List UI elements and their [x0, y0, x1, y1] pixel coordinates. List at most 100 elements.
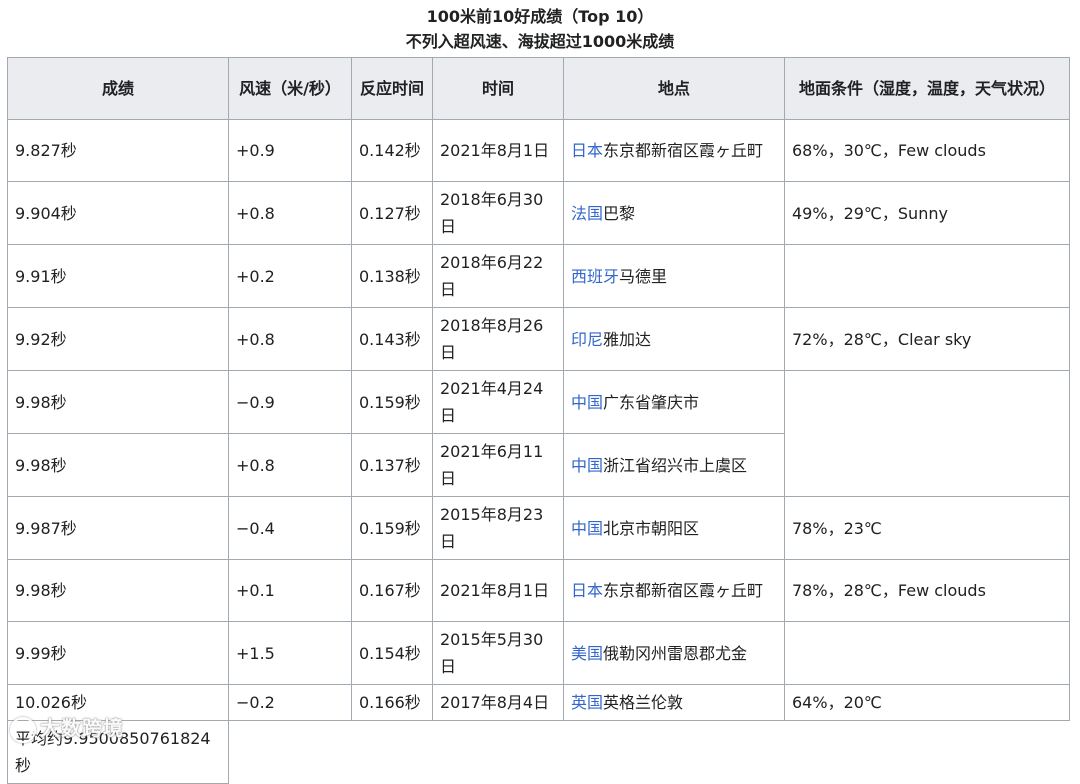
- country-link[interactable]: 中国: [571, 393, 603, 412]
- country-link[interactable]: 日本: [571, 581, 603, 600]
- wind-cell: −0.9: [228, 370, 352, 434]
- date-cell: 2015年5月30日: [432, 621, 564, 685]
- reaction-cell: 0.167秒: [351, 559, 433, 622]
- reaction-cell: 0.159秒: [351, 496, 433, 560]
- conditions-cell: [784, 621, 1070, 685]
- table-row: 9.987秒 −0.4 0.159秒 2015年8月23日 中国北京市朝阳区 7…: [7, 496, 1070, 560]
- header-wind: 风速（米/秒）: [228, 57, 352, 120]
- table-row: 9.98秒 −0.9 0.159秒 2021年4月24日 中国广东省肇庆市: [7, 370, 1070, 497]
- location-cell: 日本东京都新宿区霞ヶ丘町: [563, 119, 785, 182]
- score-cell: 9.904秒: [7, 181, 229, 245]
- location-cell: 日本东京都新宿区霞ヶ丘町: [563, 559, 785, 622]
- score-cell: 9.99秒: [7, 621, 229, 685]
- table-row: 10.026秒 −0.2 0.166秒 2017年8月4日 英国英格兰伦敦 64…: [7, 684, 1070, 721]
- country-link[interactable]: 美国: [571, 644, 603, 663]
- caption-title: 100米前10好成绩（Top 10）: [426, 7, 654, 26]
- conditions-cell: 78%，28℃，Few clouds: [784, 559, 1070, 622]
- place-text: 马德里: [619, 266, 668, 286]
- score-cell: 9.91秒: [7, 244, 229, 308]
- header-conditions: 地面条件（湿度，温度，天气状况）: [784, 57, 1070, 120]
- country-link[interactable]: 中国: [571, 519, 603, 538]
- date-cell: 2018年8月26日: [432, 307, 564, 371]
- reaction-cell: 0.127秒: [351, 181, 433, 245]
- table-row: 9.92秒 +0.8 0.143秒 2018年8月26日 印尼雅加达 72%，2…: [7, 307, 1070, 371]
- header-row: 成绩 风速（米/秒） 反应时间 时间 地点 地面条件（湿度，温度，天气状况）: [7, 57, 1070, 120]
- wind-cell: +0.2: [228, 244, 352, 308]
- location-cell: 英国英格兰伦敦: [563, 684, 785, 721]
- wind-cell: +0.8: [228, 433, 352, 497]
- table-row: 9.91秒 +0.2 0.138秒 2018年6月22日 西班牙马德里: [7, 244, 1070, 308]
- place-text: 东京都新宿区霞ヶ丘町: [603, 141, 764, 160]
- date-cell: 2017年8月4日: [432, 684, 564, 721]
- conditions-cell: 68%，30℃，Few clouds: [784, 119, 1070, 182]
- score-cell: 9.98秒: [7, 370, 229, 434]
- place-text: 北京市朝阳区: [603, 518, 700, 538]
- table-row: 9.98秒 +0.1 0.167秒 2021年8月1日 日本东京都新宿区霞ヶ丘町…: [7, 559, 1070, 622]
- conditions-cell: [784, 244, 1070, 308]
- reaction-cell: 0.166秒: [351, 684, 433, 721]
- conditions-cell: 49%，29℃，Sunny: [784, 181, 1070, 245]
- caption-subtitle: 不列入超风速、海拔超过1000米成绩: [405, 32, 675, 51]
- date-cell: 2018年6月30日: [432, 181, 564, 245]
- location-cell: 中国北京市朝阳区: [563, 496, 785, 560]
- country-link[interactable]: 英国: [571, 693, 603, 712]
- table-caption: 100米前10好成绩（Top 10） 不列入超风速、海拔超过1000米成绩: [0, 0, 1080, 54]
- location-cell: 中国浙江省绍兴市上虞区: [563, 433, 785, 497]
- country-link[interactable]: 法国: [571, 204, 603, 223]
- score-cell: 9.98秒: [7, 433, 229, 497]
- place-text: 雅加达: [603, 329, 652, 349]
- score-cell: 9.827秒: [7, 119, 229, 182]
- date-cell: 2018年6月22日: [432, 244, 564, 308]
- reaction-cell: 0.143秒: [351, 307, 433, 371]
- reaction-cell: 0.142秒: [351, 119, 433, 182]
- score-cell: 9.987秒: [7, 496, 229, 560]
- average-row: 平均约9.9500850761824秒: [7, 720, 1070, 784]
- results-table: 成绩 风速（米/秒） 反应时间 时间 地点 地面条件（湿度，温度，天气状况） 9…: [7, 57, 1070, 784]
- table-row: 9.904秒 +0.8 0.127秒 2018年6月30日 法国巴黎 49%，2…: [7, 181, 1070, 245]
- wind-cell: −0.2: [228, 684, 352, 721]
- watermark-logo-icon: [10, 716, 36, 743]
- date-cell: 2021年8月1日: [432, 119, 564, 182]
- wind-cell: −0.4: [228, 496, 352, 560]
- conditions-cell: 78%，23℃: [784, 496, 1070, 560]
- wind-cell: +0.8: [228, 307, 352, 371]
- date-cell: 2021年6月11日: [432, 433, 564, 497]
- wind-cell: +0.8: [228, 181, 352, 245]
- date-cell: 2021年8月1日: [432, 559, 564, 622]
- table-row: 9.99秒 +1.5 0.154秒 2015年5月30日 美国俄勒冈州雷恩郡尤金: [7, 621, 1070, 685]
- header-score: 成绩: [7, 57, 229, 120]
- conditions-cell: [784, 370, 1070, 497]
- country-link[interactable]: 西班牙: [571, 267, 619, 286]
- wind-cell: +0.9: [228, 119, 352, 182]
- reaction-cell: 0.138秒: [351, 244, 433, 308]
- wind-cell: +1.5: [228, 621, 352, 685]
- watermark: 大数跨境: [10, 712, 124, 743]
- conditions-cell: 72%，28℃，Clear sky: [784, 307, 1070, 371]
- location-cell: 中国广东省肇庆市: [563, 370, 785, 434]
- reaction-cell: 0.159秒: [351, 370, 433, 434]
- place-text: 巴黎: [603, 203, 636, 223]
- country-link[interactable]: 日本: [571, 141, 603, 160]
- header-date: 时间: [432, 57, 564, 120]
- location-cell: 法国巴黎: [563, 181, 785, 245]
- place-text: 广东省肇庆市: [603, 392, 700, 412]
- conditions-cell: 64%，20℃: [784, 684, 1070, 721]
- country-link[interactable]: 印尼: [571, 330, 603, 349]
- watermark-text: 大数跨境: [40, 716, 124, 740]
- location-cell: 西班牙马德里: [563, 244, 785, 308]
- score-cell: 9.92秒: [7, 307, 229, 371]
- score-cell: 9.98秒: [7, 559, 229, 622]
- table-row: 9.827秒 +0.9 0.142秒 2021年8月1日 日本东京都新宿区霞ヶ丘…: [7, 119, 1070, 182]
- place-text: 俄勒冈州雷恩郡尤金: [603, 643, 748, 663]
- header-reaction: 反应时间: [351, 57, 433, 120]
- empty-cell: [228, 720, 1070, 784]
- location-cell: 印尼雅加达: [563, 307, 785, 371]
- header-location: 地点: [563, 57, 785, 120]
- place-text: 浙江省绍兴市上虞区: [603, 455, 748, 475]
- place-text: 东京都新宿区霞ヶ丘町: [603, 581, 764, 600]
- date-cell: 2021年4月24日: [432, 370, 564, 434]
- reaction-cell: 0.154秒: [351, 621, 433, 685]
- country-link[interactable]: 中国: [571, 456, 603, 475]
- wind-cell: +0.1: [228, 559, 352, 622]
- location-cell: 美国俄勒冈州雷恩郡尤金: [563, 621, 785, 685]
